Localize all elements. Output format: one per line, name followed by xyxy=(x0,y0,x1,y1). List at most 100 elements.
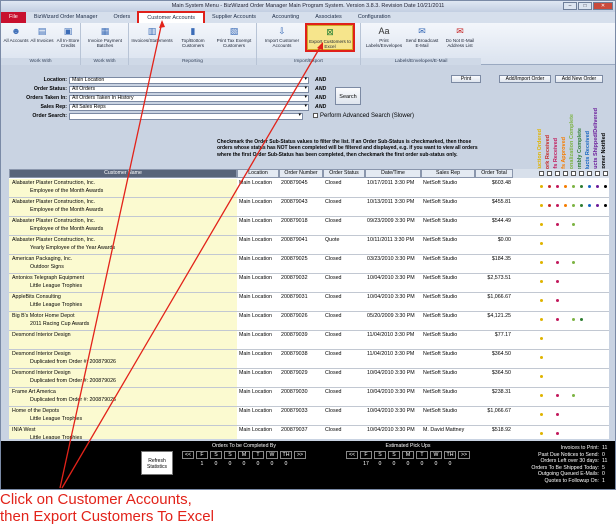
day-header[interactable]: << xyxy=(346,451,358,459)
customer-cell[interactable]: Alabaster Plaster Construction, Inc. Empl… xyxy=(9,217,237,235)
stat-line[interactable]: Quotes to Followup On: 1 xyxy=(531,478,611,485)
cell-total: $364.50 xyxy=(475,350,513,368)
substatus-filter-checkbox[interactable] xyxy=(555,171,560,176)
col-date-time[interactable]: Date/Time xyxy=(365,169,421,178)
customer-cell[interactable]: Alabaster Plaster Construction, Inc. Year… xyxy=(9,236,237,254)
table-row[interactable]: Alabaster Plaster Construction, Inc. Empl… xyxy=(9,217,609,236)
table-row[interactable]: Desmond Interior Design Duplicated from O… xyxy=(9,369,609,388)
menu-orders[interactable]: Orders xyxy=(105,12,138,23)
col-order-status[interactable]: Order Status xyxy=(323,169,365,178)
export-customers-excel-button[interactable]: ⊠ Export Customers to Excel xyxy=(305,23,355,52)
day-header[interactable]: << xyxy=(182,451,194,459)
close-button[interactable]: ✕ xyxy=(593,2,613,10)
tax-exempt-button[interactable]: ▧ Print Tax Exempt Customers xyxy=(213,25,255,48)
substatus-filter-checkbox[interactable] xyxy=(547,171,552,176)
table-row[interactable]: Desmond Interior Design Main Location 2008… xyxy=(9,331,609,350)
table-row[interactable]: AppleBits Consulting Little League Trophi… xyxy=(9,293,609,312)
substatus-dot xyxy=(604,185,607,188)
customer-cell[interactable]: Home of the Depots Little League Trophies xyxy=(9,407,237,425)
col-location[interactable]: Location xyxy=(237,169,279,178)
add-new-order-button[interactable]: Add New Order xyxy=(555,75,603,83)
broadcast-email-button[interactable]: ✉ Send Broadcast E-Mail xyxy=(403,25,441,48)
substatus-filter-checkbox[interactable] xyxy=(587,171,592,176)
all-accounts-button[interactable]: ☻ All Accounts xyxy=(3,25,29,43)
order-search-input[interactable] xyxy=(69,112,303,120)
menu-accounting[interactable]: Accounting xyxy=(264,12,307,23)
day-header[interactable]: >> xyxy=(294,451,306,459)
col-sales-rep[interactable]: Sales Rep xyxy=(421,169,475,178)
print-button[interactable]: Print xyxy=(451,75,481,83)
customer-cell[interactable]: INIA West Little League Trophies xyxy=(9,426,237,439)
customer-cell[interactable]: Frame Art America Duplicated from Order #… xyxy=(9,388,237,406)
menu-configuration[interactable]: Configuration xyxy=(350,12,399,23)
customer-cell[interactable]: Alabaster Plaster Construction, Inc. Empl… xyxy=(9,198,237,216)
substatus-filter-checkbox[interactable] xyxy=(579,171,584,176)
customer-cell[interactable]: Antonios Telegraph Equipment Little Leagu… xyxy=(9,274,237,292)
table-row[interactable]: Frame Art America Duplicated from Order #… xyxy=(9,388,609,407)
customer-cell[interactable]: Desmond Interior Design Duplicated from O… xyxy=(9,350,237,368)
col-order-total[interactable]: Order Total xyxy=(475,169,513,178)
customer-cell[interactable]: Desmond Interior Design xyxy=(9,331,237,349)
col-order-number[interactable]: Order Number xyxy=(279,169,323,178)
table-row[interactable]: Alabaster Plaster Construction, Inc. Empl… xyxy=(9,179,609,198)
search-button[interactable]: Search xyxy=(335,87,361,105)
top-bottom-customers-button[interactable]: ▮ Top/Bottom Customers xyxy=(173,25,213,48)
substatus-dot xyxy=(540,204,543,207)
menu-bizwizard[interactable]: BizWizard Order Manager xyxy=(26,12,106,23)
cell-status: Closed xyxy=(323,217,365,235)
customer-name: INIA West xyxy=(12,427,36,433)
status-select[interactable]: All Orders xyxy=(69,85,309,93)
cell-date: 10/04/2010 3:30 PM xyxy=(365,426,421,439)
import-accounts-button[interactable]: ⇩ Import Customer Accounts xyxy=(259,25,305,48)
customer-cell[interactable]: AppleBits Consulting Little League Trophi… xyxy=(9,293,237,311)
group-work-with-1: ☻ All Accounts ▤ All Invoices ▣ All In-Stor… xyxy=(1,23,81,65)
excel-icon: ⊠ xyxy=(326,27,334,37)
substatus-filter-checkbox[interactable] xyxy=(571,171,576,176)
substatus-dot xyxy=(580,185,583,188)
substatus-filter-checkbox[interactable] xyxy=(595,171,600,176)
table-row[interactable]: Alabaster Plaster Construction, Inc. Empl… xyxy=(9,198,609,217)
advanced-search-checkbox[interactable] xyxy=(313,112,318,118)
table-row[interactable]: Home of the Depots Little League Trophies… xyxy=(9,407,609,426)
group-reporting: ▥ Invoices/Statements ▮ Top/Bottom Custome… xyxy=(129,23,257,65)
print-labels-button[interactable]: Aa Print Labels/Envelopes xyxy=(365,25,403,48)
substatus-dot xyxy=(572,185,575,188)
all-credits-button[interactable]: ▣ All In-Store Credits xyxy=(55,25,81,48)
day-header[interactable]: >> xyxy=(458,451,470,459)
ribbon: ☻ All Accounts ▤ All Invoices ▣ All In-Stor… xyxy=(1,23,615,65)
rep-select[interactable]: All Sales Reps xyxy=(69,103,309,111)
table-row[interactable]: Antonios Telegraph Equipment Little Leagu… xyxy=(9,274,609,293)
substatus-filter-checkbox[interactable] xyxy=(563,171,568,176)
advanced-search-option[interactable]: Perform Advanced Search (Slower) xyxy=(313,112,414,119)
payment-batches-button[interactable]: ▦ Invoice Payment Batches xyxy=(85,25,125,48)
menu-file[interactable]: File xyxy=(1,12,26,23)
minimize-button[interactable]: – xyxy=(563,2,577,10)
maximize-button[interactable]: □ xyxy=(578,2,592,10)
add-import-order-button[interactable]: Add/Import Order xyxy=(499,75,551,83)
menu-customer-accounts[interactable]: Customer Accounts xyxy=(137,10,205,25)
taken-select[interactable]: All Orders Taken In History xyxy=(69,94,309,102)
customer-cell[interactable]: Alabaster Plaster Construction, Inc. Empl… xyxy=(9,179,237,197)
cell-total: $184.35 xyxy=(475,255,513,273)
do-not-email-button[interactable]: ✉ Do Not E-Mail Address List xyxy=(441,25,479,48)
menu-associates[interactable]: Associates xyxy=(307,12,350,23)
table-row[interactable]: Alabaster Plaster Construction, Inc. Year… xyxy=(9,236,609,255)
refresh-statistics-button[interactable]: Refresh Statistics xyxy=(141,451,173,475)
all-invoices-button[interactable]: ▤ All Invoices xyxy=(29,25,55,43)
col-customer-name[interactable]: Customer Name xyxy=(9,169,237,178)
table-row[interactable]: Big B's Motor Home Depot 2011 Racing Cup … xyxy=(9,312,609,331)
menu-supplier-accounts[interactable]: Supplier Accounts xyxy=(204,12,264,23)
substatus-filter-checkbox[interactable] xyxy=(603,171,608,176)
invoices-statements-button[interactable]: ▥ Invoices/Statements xyxy=(131,25,173,43)
substatus-filter-checkbox[interactable] xyxy=(539,171,544,176)
invoice-icon: ▤ xyxy=(37,26,47,36)
customer-cell[interactable]: Desmond Interior Design Duplicated from O… xyxy=(9,369,237,387)
location-row: Location: Main Location AND xyxy=(3,76,326,84)
customer-cell[interactable]: Big B's Motor Home Depot 2011 Racing Cup … xyxy=(9,312,237,330)
cell-location: Main Location xyxy=(237,331,279,349)
table-row[interactable]: American Packaging, Inc. Outdoor Signs Mai… xyxy=(9,255,609,274)
table-row[interactable]: Desmond Interior Design Duplicated from O… xyxy=(9,350,609,369)
location-select[interactable]: Main Location xyxy=(69,76,309,84)
table-row[interactable]: INIA West Little League Trophies Main Loca… xyxy=(9,426,609,439)
customer-cell[interactable]: American Packaging, Inc. Outdoor Signs xyxy=(9,255,237,273)
